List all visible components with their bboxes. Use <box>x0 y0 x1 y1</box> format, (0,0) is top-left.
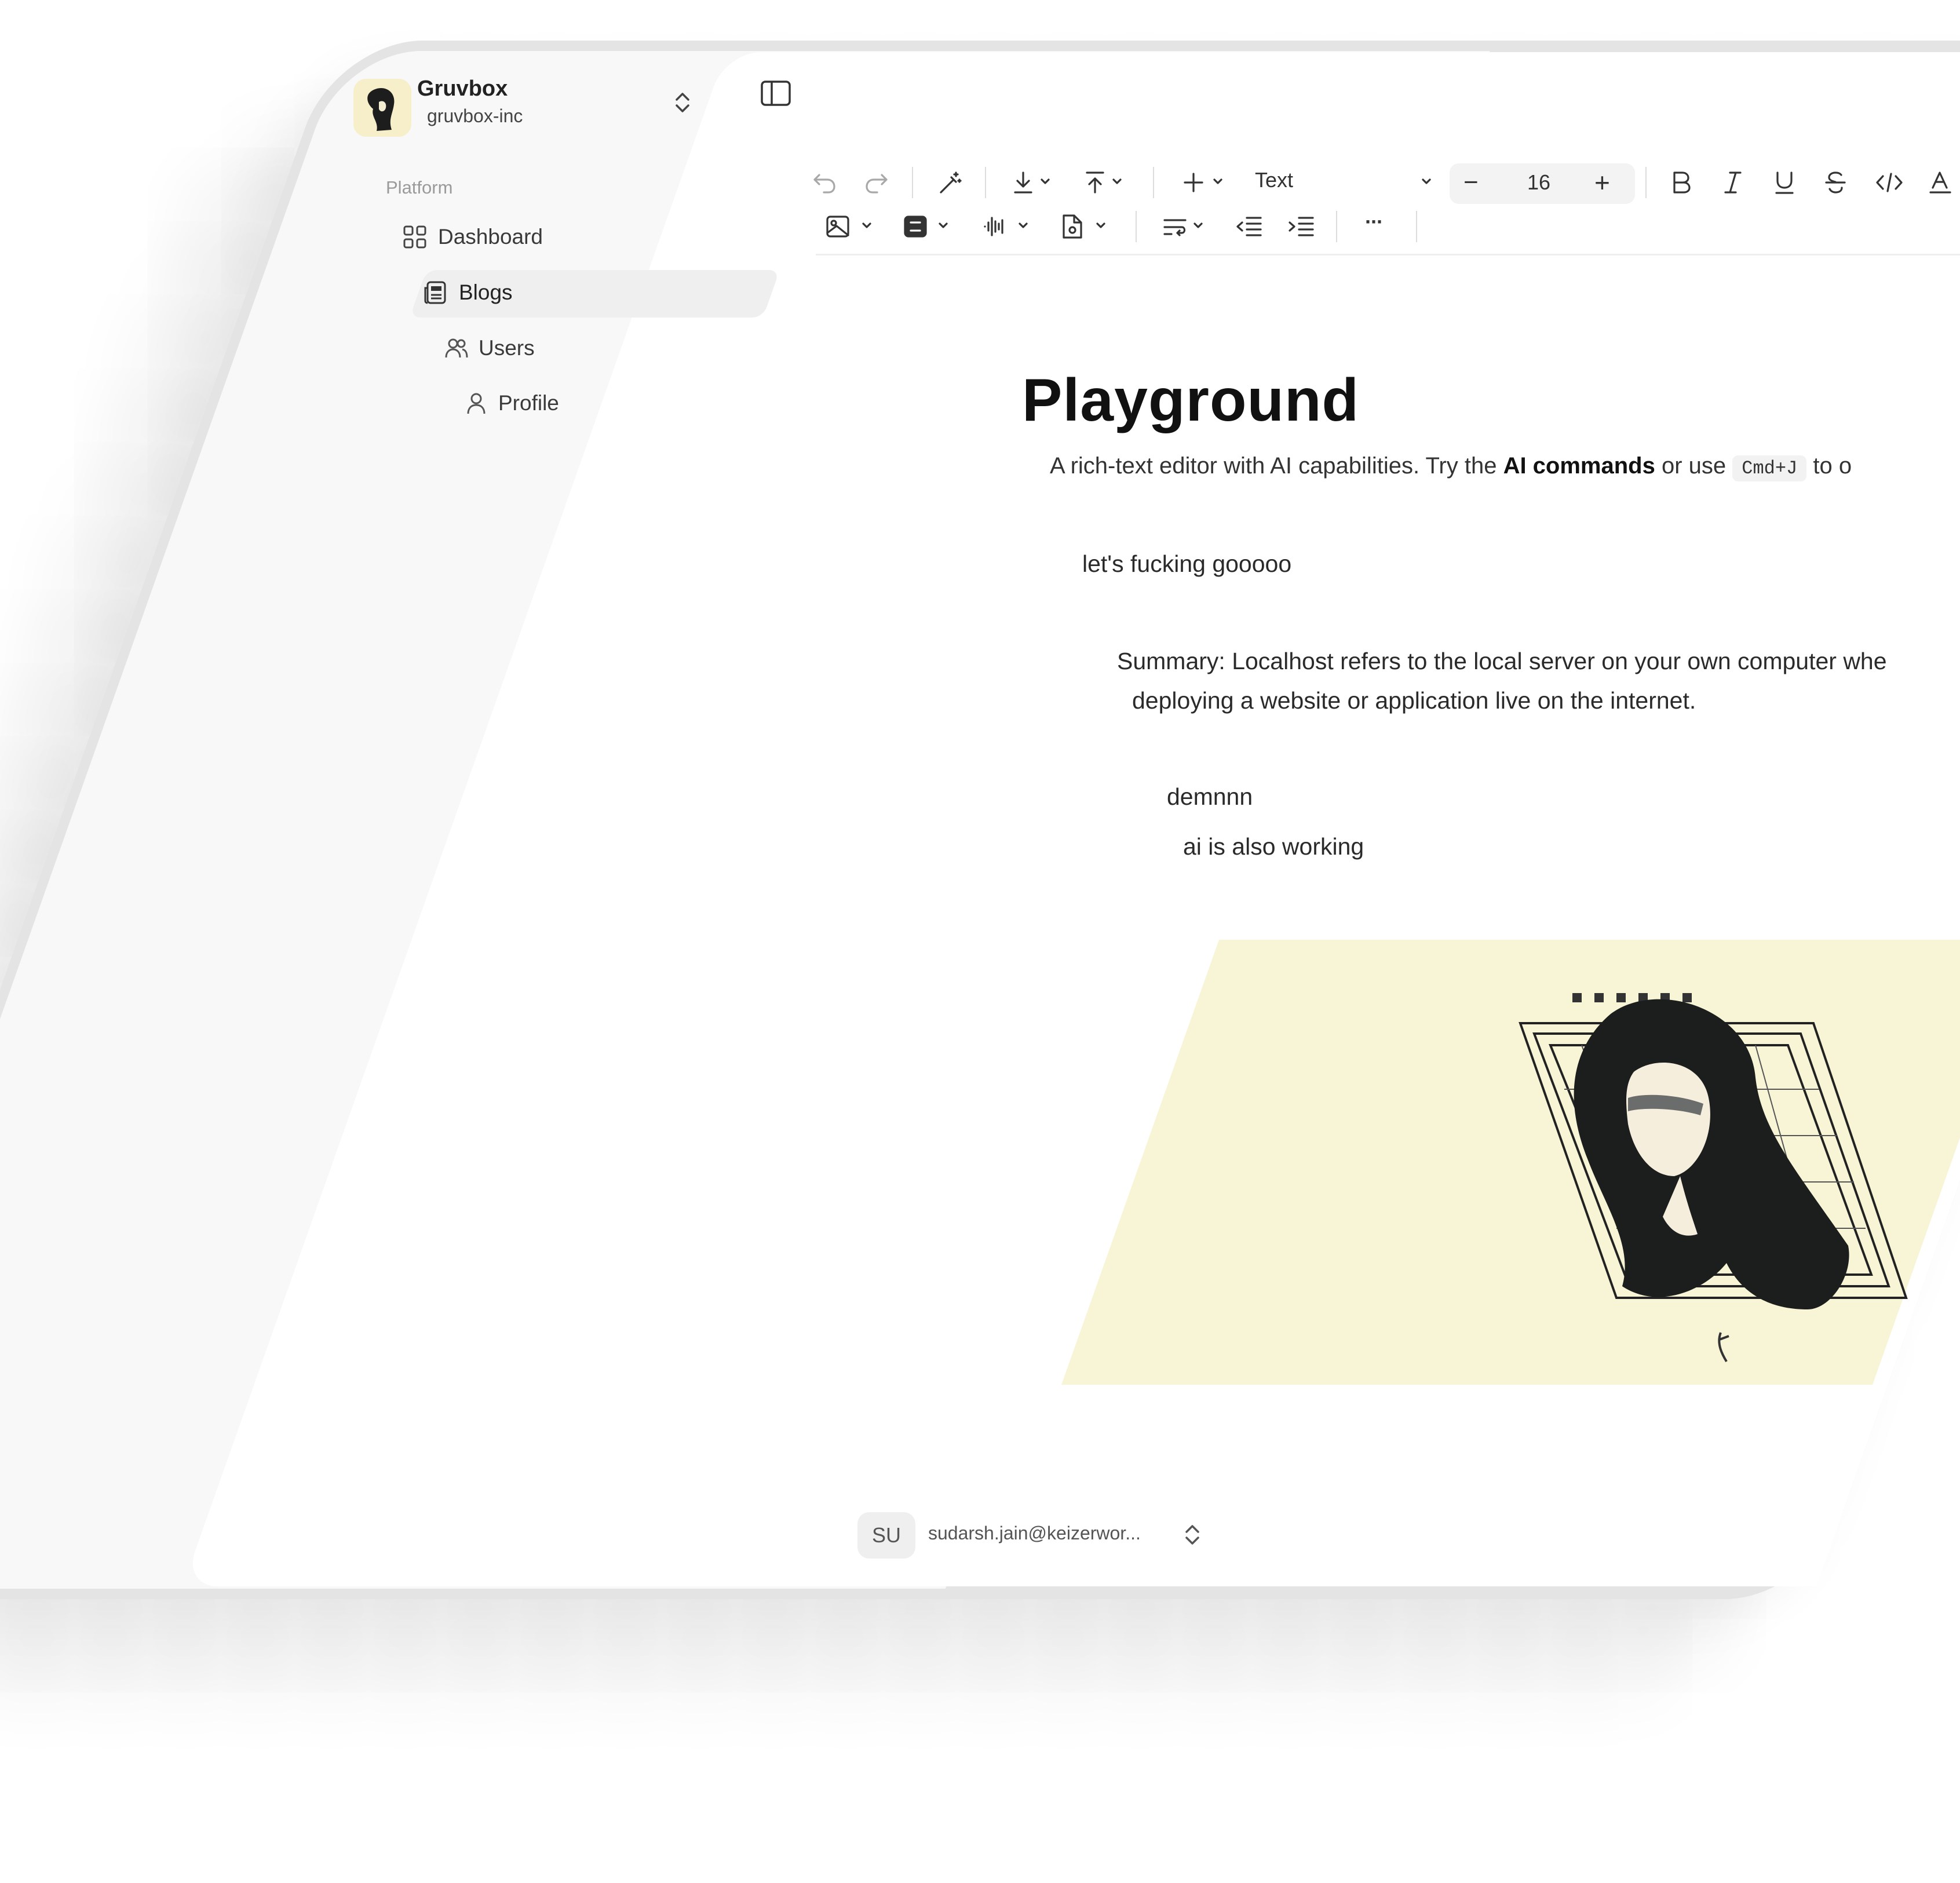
font-size-decrease-button[interactable]: − <box>1463 168 1479 197</box>
toolbar-divider <box>1416 211 1417 242</box>
team-name: Gruvbox <box>417 76 508 101</box>
team-slug: gruvbox-inc <box>427 105 523 126</box>
shortcut-kbd: Cmd+J <box>1732 455 1807 481</box>
user-avatar[interactable]: SU <box>857 1512 915 1559</box>
code-icon[interactable] <box>1875 169 1904 201</box>
user-menu-chevrons-icon[interactable] <box>1182 1520 1203 1549</box>
toolbar-divider <box>985 167 986 198</box>
image-icon[interactable] <box>825 213 877 245</box>
sidebar-item-label: Blogs <box>459 280 513 305</box>
sidebar-item-label: Users <box>479 336 535 360</box>
text-wrap-icon[interactable] <box>1162 213 1214 245</box>
bold-icon[interactable] <box>1669 169 1694 201</box>
team-switcher-chevrons-icon[interactable] <box>672 88 693 117</box>
ai-wand-icon[interactable] <box>936 169 963 201</box>
summary-paragraph-line[interactable]: Summary: Localhost refers to the local s… <box>1117 648 1887 675</box>
toolbar-divider <box>912 167 913 198</box>
paragraph[interactable]: demnnn <box>1167 783 1253 811</box>
upload-icon[interactable] <box>1083 169 1130 201</box>
summary-paragraph-line[interactable]: deploying a website or application live … <box>1132 687 1696 714</box>
document-lead[interactable]: A rich-text editor with AI capabilities.… <box>1050 453 1852 481</box>
font-size-value[interactable]: 16 <box>1527 170 1550 195</box>
paragraph[interactable]: let's fucking gooooo <box>1082 550 1291 578</box>
sidebar-item-label: Profile <box>498 391 559 415</box>
toolbar-divider <box>1645 167 1647 198</box>
insert-plus-icon[interactable] <box>1182 169 1234 201</box>
sidebar-item-label: Dashboard <box>438 225 543 249</box>
toolbar-border <box>816 254 1960 256</box>
download-icon[interactable] <box>1012 169 1058 201</box>
chevron-down-icon[interactable] <box>1419 169 1437 201</box>
lead-text: to o <box>1806 453 1852 479</box>
sidebar-toggle-icon[interactable] <box>760 80 791 107</box>
team-logo[interactable] <box>353 79 411 137</box>
user-icon <box>463 391 489 416</box>
paragraph[interactable]: ai is also working <box>1183 833 1364 860</box>
underline-icon[interactable] <box>1772 169 1797 201</box>
redo-icon[interactable] <box>863 169 890 201</box>
nav-group-label: Platform <box>386 177 453 198</box>
strikethrough-icon[interactable] <box>1823 169 1848 201</box>
indent-icon[interactable] <box>1287 213 1316 245</box>
sidebar-item-dashboard[interactable]: Dashboard <box>402 224 543 250</box>
block-type-select[interactable]: Text <box>1255 168 1293 192</box>
toolbar-divider <box>1336 211 1337 242</box>
font-size-increase-button[interactable]: + <box>1594 167 1610 198</box>
dashboard-icon <box>402 224 428 250</box>
lead-text: A rich-text editor with AI capabilities.… <box>1050 453 1503 479</box>
app-window: Gruvbox gruvbox-inc Platform Dashboard B… <box>0 0 1960 1883</box>
audio-wave-icon[interactable] <box>981 213 1034 245</box>
more-options-button[interactable]: ··· <box>1365 210 1384 234</box>
sidebar-item-profile[interactable]: Profile <box>463 390 559 416</box>
avatar-illustration-icon <box>367 88 395 131</box>
sidebar-item-users[interactable]: Users <box>444 335 535 361</box>
illustration-girl-icon <box>1506 985 1923 1379</box>
sidebar-item-blogs[interactable]: Blogs <box>423 279 513 305</box>
users-icon <box>444 335 469 361</box>
text-color-icon[interactable] <box>1927 169 1954 201</box>
lead-bold-text: AI commands <box>1503 453 1655 479</box>
file-icon[interactable] <box>1059 213 1111 245</box>
italic-icon[interactable] <box>1721 169 1746 201</box>
user-email[interactable]: sudarsh.jain@keizerwor... <box>928 1523 1141 1544</box>
video-icon[interactable] <box>903 213 955 245</box>
lead-text: or use <box>1655 453 1733 479</box>
undo-icon[interactable] <box>811 169 838 201</box>
document-title[interactable]: Playground <box>1022 366 1359 435</box>
outdent-icon[interactable] <box>1235 213 1264 245</box>
newspaper-icon <box>423 280 448 305</box>
toolbar-divider <box>1136 211 1137 242</box>
toolbar-divider <box>1153 167 1154 198</box>
